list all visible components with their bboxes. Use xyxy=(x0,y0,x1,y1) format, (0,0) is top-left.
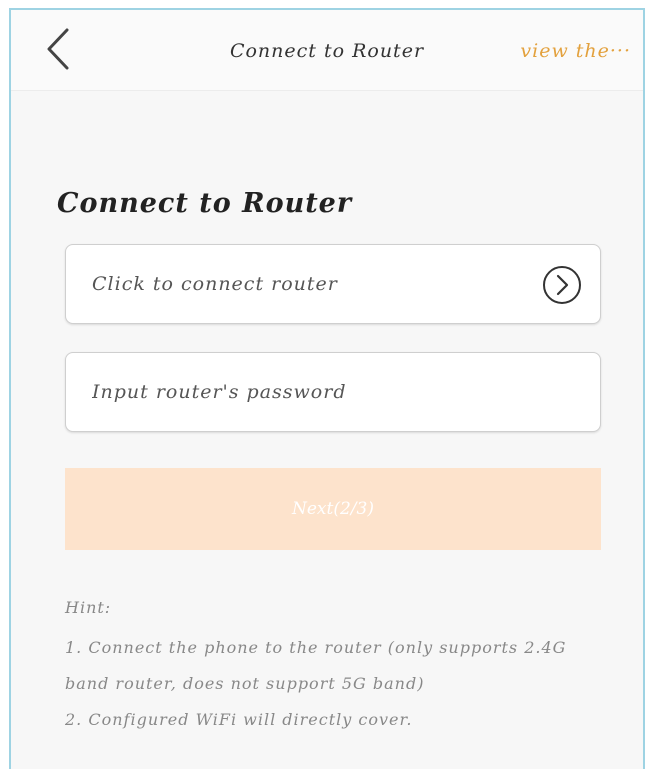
section-title: Connect to Router xyxy=(57,188,353,219)
chevron-right-circle-icon xyxy=(542,265,582,305)
connect-router-field[interactable]: Click to connect router xyxy=(65,244,601,324)
router-password-input[interactable] xyxy=(66,353,600,431)
app-screen: Connect to Router view the··· Connect to… xyxy=(9,8,645,769)
next-button[interactable]: Next(2/3) xyxy=(65,468,601,550)
hint-line-3: 2. Configured WiFi will directly cover. xyxy=(65,710,413,729)
top-nav-bar: Connect to Router view the··· xyxy=(11,10,643,91)
password-field-container xyxy=(65,352,601,432)
hint-title: Hint: xyxy=(65,598,112,617)
connect-router-label: Click to connect router xyxy=(92,273,338,295)
view-the-link[interactable]: view the··· xyxy=(520,40,631,62)
hint-line-1: 1. Connect the phone to the router (only… xyxy=(65,638,567,657)
hint-line-2: band router, does not support 5G band) xyxy=(65,674,425,693)
